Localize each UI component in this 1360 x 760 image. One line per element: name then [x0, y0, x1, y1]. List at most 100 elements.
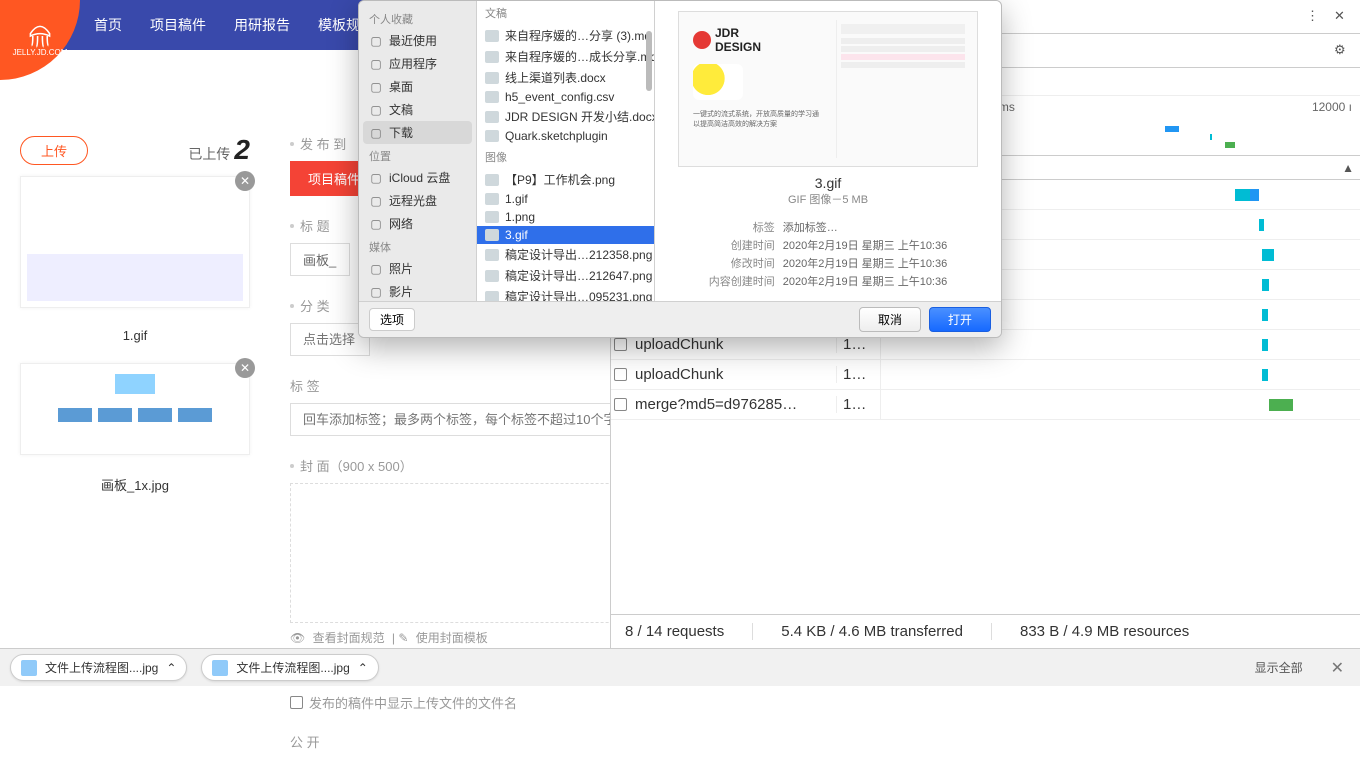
- chevron-up-icon[interactable]: ⌃: [166, 661, 176, 675]
- devtools-settings-icon[interactable]: ⚙: [1334, 42, 1352, 60]
- thumbnail-2[interactable]: ✕: [20, 363, 250, 455]
- finder-preview: JDRDESIGN 一键式的流式系统，开放高质量的学习通以提高简洁高效的解决方案: [655, 1, 1001, 301]
- finder-file-list[interactable]: 文稿 来自程序媛的…分享 (3).md来自程序媛的…成长分享.md线上渠道列表.…: [477, 1, 655, 301]
- request-row[interactable]: merge?md5=d976285… 1…: [611, 390, 1360, 420]
- folder-icon: ▢: [369, 171, 383, 185]
- sidebar-header-locations: 位置: [359, 144, 476, 166]
- row-checkbox[interactable]: [614, 398, 627, 411]
- request-name: merge?md5=d976285…: [629, 396, 836, 413]
- sidebar-item[interactable]: ▢网络: [359, 212, 476, 235]
- cover-use-template[interactable]: 使用封面模板: [416, 631, 488, 645]
- sidebar-item[interactable]: ▢远程光盘: [359, 189, 476, 212]
- file-list-item[interactable]: 稿定设计导出…095231.png: [477, 286, 654, 301]
- finder-cancel-button[interactable]: 取消: [859, 307, 921, 332]
- folder-icon: ▢: [369, 57, 383, 71]
- thumbnail-1[interactable]: ✕: [20, 176, 250, 308]
- file-icon: [485, 130, 499, 142]
- file-list-item[interactable]: 线上渠道列表.docx: [477, 67, 654, 88]
- file-list-item[interactable]: h5_event_config.csv: [477, 88, 654, 106]
- status-transferred: 5.4 KB / 4.6 MB transferred: [781, 623, 992, 640]
- request-name: uploadChunk: [629, 336, 836, 353]
- request-size: 1…: [836, 336, 880, 353]
- finder-open-button[interactable]: 打开: [929, 307, 991, 332]
- sidebar-item[interactable]: ▢照片: [359, 257, 476, 280]
- status-resources: 833 B / 4.9 MB resources: [1020, 623, 1217, 640]
- row-checkbox[interactable]: [614, 338, 627, 351]
- cover-view-spec[interactable]: 查看封面规范: [313, 631, 385, 645]
- folder-icon: ▢: [369, 194, 383, 208]
- file-icon: [485, 51, 499, 63]
- file-list-item[interactable]: 3.gif: [477, 226, 654, 244]
- file-list-item[interactable]: 来自程序媛的…分享 (3).md: [477, 25, 654, 46]
- file-icon: [485, 72, 499, 84]
- file-list-item[interactable]: 稿定设计导出…212647.png: [477, 265, 654, 286]
- file-icon: [485, 270, 499, 282]
- sidebar-item[interactable]: ▢文稿: [359, 98, 476, 121]
- download-chip-1[interactable]: 文件上传流程图....jpg⌃: [10, 654, 187, 681]
- file-icon: [485, 30, 499, 42]
- thumb-caption-1: 1.gif: [20, 318, 250, 363]
- row-checkbox[interactable]: [614, 368, 627, 381]
- file-list-item[interactable]: JDR DESIGN 开发小结.docx: [477, 106, 654, 127]
- public-label: 公 开: [290, 732, 1340, 751]
- sidebar-item[interactable]: ▢iCloud 云盘: [359, 166, 476, 189]
- file-icon: [212, 660, 228, 676]
- nav-research[interactable]: 用研报告: [234, 15, 290, 35]
- devtools-close-icon[interactable]: ✕: [1334, 8, 1352, 26]
- meta-value: 添加标签…: [783, 219, 947, 235]
- chevron-up-icon[interactable]: ⌃: [358, 661, 368, 675]
- request-name: uploadChunk: [629, 366, 836, 383]
- sidebar-item[interactable]: ▢应用程序: [359, 52, 476, 75]
- title-input[interactable]: [290, 243, 350, 276]
- show-all-downloads[interactable]: 显示全部: [1247, 655, 1311, 680]
- list-scrollbar[interactable]: [646, 31, 652, 91]
- file-icon: [485, 211, 499, 223]
- folder-icon: ▢: [369, 103, 383, 117]
- folder-icon: ▢: [369, 34, 383, 48]
- uploaded-label: 已上传: [188, 144, 230, 164]
- sidebar-item[interactable]: ▢最近使用: [359, 29, 476, 52]
- meta-key: 创建时间: [709, 237, 781, 253]
- file-icon: [485, 291, 499, 302]
- file-icon: [485, 174, 499, 186]
- status-requests: 8 / 14 requests: [625, 623, 753, 640]
- sidebar-item[interactable]: ▢影片: [359, 280, 476, 301]
- brand-text: JELLY.JD.COM: [13, 48, 68, 57]
- file-list-item[interactable]: 稿定设计导出…212358.png: [477, 244, 654, 265]
- file-show-name-checkbox[interactable]: 发布的稿件中显示上传文件的文件名: [290, 693, 1340, 712]
- nav-home[interactable]: 首页: [94, 15, 122, 35]
- nav-projects[interactable]: 项目稿件: [150, 15, 206, 35]
- close-download-bar-icon[interactable]: ✕: [1325, 658, 1350, 678]
- request-row[interactable]: uploadChunk 1…: [611, 360, 1360, 390]
- file-icon: [485, 193, 499, 205]
- folder-icon: ▢: [369, 262, 383, 276]
- sidebar-item[interactable]: ▢桌面: [359, 75, 476, 98]
- meta-value: 2020年2月19日 星期三 上午10:36: [783, 237, 947, 253]
- delete-thumb-icon[interactable]: ✕: [235, 171, 255, 191]
- finder-options-button[interactable]: 选项: [369, 308, 415, 331]
- file-list-item[interactable]: 来自程序媛的…成长分享.md: [477, 46, 654, 67]
- list-header-docs: 文稿: [477, 1, 654, 25]
- download-chip-2[interactable]: 文件上传流程图....jpg⌃: [201, 654, 378, 681]
- uploaded-count: 2: [234, 134, 250, 166]
- jellyfish-icon: [25, 24, 55, 48]
- request-size: 1…: [836, 396, 880, 413]
- sidebar-header-favorites: 个人收藏: [359, 7, 476, 29]
- uploaded-counter: 已上传 2: [188, 134, 250, 166]
- folder-icon: ▢: [369, 285, 383, 299]
- preview-thumbnail: JDRDESIGN 一键式的流式系统，开放高质量的学习通以提高简洁高效的解决方案: [678, 11, 978, 167]
- list-header-images: 图像: [477, 145, 654, 169]
- download-bar: 文件上传流程图....jpg⌃ 文件上传流程图....jpg⌃ 显示全部 ✕: [0, 648, 1360, 686]
- file-list-item[interactable]: 1.png: [477, 208, 654, 226]
- meta-key: 标签: [709, 219, 781, 235]
- meta-key: 修改时间: [709, 255, 781, 271]
- file-list-item[interactable]: 【P9】工作机会.png: [477, 169, 654, 190]
- delete-thumb-icon[interactable]: ✕: [235, 358, 255, 378]
- upload-button[interactable]: 上传: [20, 136, 88, 165]
- devtools-menu-icon[interactable]: ⋮: [1306, 8, 1324, 26]
- file-list-item[interactable]: Quark.sketchplugin: [477, 127, 654, 145]
- sidebar-item[interactable]: ▢下载: [363, 121, 472, 144]
- file-list-item[interactable]: 1.gif: [477, 190, 654, 208]
- sidebar-header-media: 媒体: [359, 235, 476, 257]
- tick-12000: 12000 ı: [1312, 100, 1352, 114]
